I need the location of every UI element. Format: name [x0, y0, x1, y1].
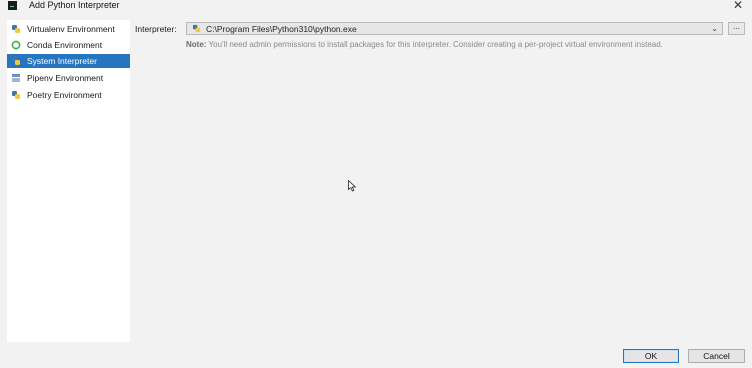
sidebar-item-virtualenv[interactable]: Virtualenv Environment [7, 22, 130, 36]
sidebar-item-label: Pipenv Environment [27, 73, 104, 83]
interpreter-dropdown[interactable]: C:\Program Files\Python310\python.exe ⌄ [186, 22, 723, 35]
sidebar-item-label: System Interpreter [27, 56, 97, 66]
interpreter-label: Interpreter: [135, 24, 177, 34]
ok-button[interactable]: OK [623, 349, 679, 363]
sidebar-item-label: Poetry Environment [27, 90, 102, 100]
python-icon [12, 91, 20, 99]
cancel-button[interactable]: Cancel [688, 349, 745, 363]
browse-button[interactable]: ... [728, 22, 745, 35]
environment-type-list: Virtualenv Environment Conda Environment… [7, 20, 130, 342]
app-icon [8, 1, 17, 10]
sidebar-item-label: Conda Environment [27, 40, 103, 50]
title-bar: Add Python Interpreter ✕ [0, 0, 752, 13]
window-title: Add Python Interpreter [29, 0, 120, 10]
conda-icon [11, 40, 21, 50]
sidebar-item-label: Virtualenv Environment [27, 24, 115, 34]
python-icon [12, 25, 20, 33]
mouse-cursor-icon [348, 180, 357, 192]
chevron-down-icon[interactable]: ⌄ [711, 24, 718, 33]
python-icon [12, 57, 20, 65]
pipenv-icon [12, 74, 20, 82]
python-icon [192, 24, 201, 33]
note-label: Note: [186, 40, 207, 49]
sidebar-item-system-interpreter[interactable]: System Interpreter [7, 54, 130, 68]
sidebar-item-conda[interactable]: Conda Environment [7, 38, 130, 52]
note-text: You'll need admin permissions to install… [206, 40, 663, 49]
interpreter-path: C:\Program Files\Python310\python.exe [206, 23, 357, 34]
close-icon[interactable]: ✕ [733, 0, 743, 12]
sidebar-item-poetry[interactable]: Poetry Environment [7, 88, 130, 102]
sidebar-item-pipenv[interactable]: Pipenv Environment [7, 71, 130, 85]
admin-note: Note: You'll need admin permissions to i… [186, 40, 663, 49]
